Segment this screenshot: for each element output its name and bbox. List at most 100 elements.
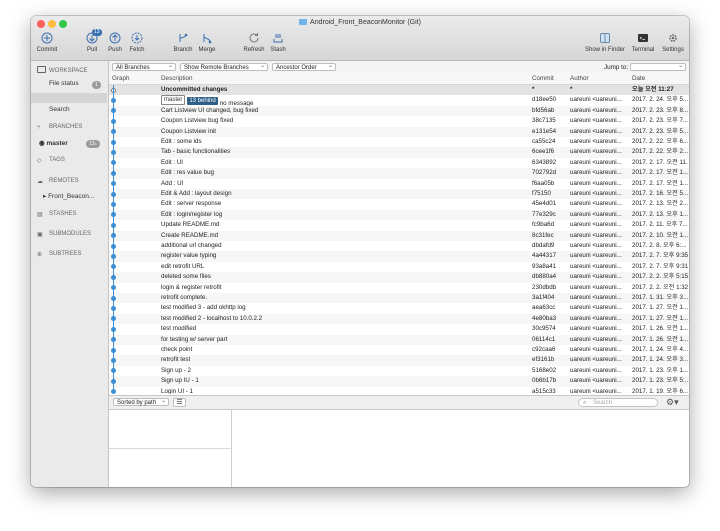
- commit-row[interactable]: test modified 3 - add okhttp log aea63cc u…: [109, 303, 689, 313]
- sidebar-submodules-header[interactable]: ▣ SUBMODULES: [37, 231, 91, 238]
- commit-row[interactable]: Cart Listview UI changed, bug fixed bfd56…: [109, 105, 689, 117]
- pull-button[interactable]: 13 Pull: [83, 29, 102, 53]
- sidebar-item-search[interactable]: Search: [49, 106, 70, 113]
- commit-row[interactable]: Edit : some ids ca55c24 uareuni <uareuni..…: [109, 137, 689, 147]
- branch-button[interactable]: Branch: [172, 32, 194, 53]
- commit-author: uareuni <uareuni...: [570, 190, 622, 197]
- commit-row[interactable]: Tab - basic functionalities 6cee1f6 uareun…: [109, 147, 689, 158]
- file-status-label: File status: [49, 80, 79, 87]
- search-input[interactable]: ⌕ Search: [578, 398, 658, 407]
- commit-row[interactable]: Edit & Add : layout design f75150 uareuni …: [109, 189, 689, 200]
- commit-row[interactable]: test modified 2 - localhost to 10.0.2.2 4…: [109, 313, 689, 325]
- master-label: master: [46, 140, 68, 147]
- commit-row[interactable]: Update README.md fc9ba6d uareuni <uareuni.…: [109, 220, 689, 230]
- commit-row[interactable]: Sign up - 2 5168e02 uareuni <uareuni... 201…: [109, 366, 689, 376]
- list-view-icon[interactable]: ☰: [173, 398, 186, 407]
- sidebar-stashes-header[interactable]: ▤ STASHES: [37, 211, 77, 218]
- commit-description: register value typing: [161, 252, 217, 260]
- refresh-button[interactable]: Refresh: [241, 32, 267, 53]
- commit-button[interactable]: Commit: [36, 32, 58, 53]
- commit-author: uareuni <uareuni...: [570, 283, 622, 291]
- commit-author: uareuni <uareuni...: [570, 273, 622, 281]
- commit-author: uareuni <uareuni...: [570, 179, 622, 187]
- commit-row[interactable]: Coupon Listview bug fixed 38c7135 uareuni …: [109, 116, 689, 126]
- commit-row[interactable]: register value typing 4a44317 uareuni <uar…: [109, 251, 689, 262]
- sidebar-item-master[interactable]: ◉ master: [39, 139, 68, 147]
- commit-author: uareuni <uareuni...: [570, 304, 622, 312]
- sidebar-workspace-header[interactable]: WORKSPACE: [37, 66, 88, 74]
- commit-author: uareuni <uareuni...: [570, 210, 622, 218]
- commit-row[interactable]: additional url changed dbdafd9 uareuni <ua…: [109, 241, 689, 251]
- commit-description: retrofit test: [161, 356, 191, 364]
- graph-column-header[interactable]: Graph: [112, 75, 130, 82]
- settings-label: Settings: [662, 47, 684, 53]
- settings-button[interactable]: Settings: [659, 32, 687, 53]
- gear-icon[interactable]: ⚙▾: [666, 397, 679, 407]
- branches-filter-select[interactable]: All Branches: [112, 62, 176, 71]
- stash-button[interactable]: Stash: [268, 32, 288, 53]
- commit-hash: 77e329c: [532, 210, 556, 218]
- sidebar-remotes-header[interactable]: ☁ REMOTES: [37, 178, 79, 185]
- commit-row[interactable]: deleted some files db880a4 uareuni <uareun…: [109, 272, 689, 283]
- commit-row[interactable]: Edit : UI 6343892 uareuni <uareuni... 2017.…: [109, 158, 689, 168]
- commit-date: 2017. 2. 17. 오전 1...: [632, 169, 688, 177]
- commit-date: 2017. 2. 7. 오후 9:35: [632, 252, 688, 260]
- commit-description: Edit & Add : layout design: [161, 190, 232, 197]
- commit-row[interactable]: retrofit test ef3161b uareuni <uareuni... 2…: [109, 355, 689, 366]
- commit-row[interactable]: Edit : res value bug 702792d uareuni <uare…: [109, 168, 689, 179]
- stash-icon: ▤: [37, 212, 43, 218]
- commit-author: uareuni <uareuni...: [570, 387, 622, 394]
- commit-row[interactable]: master 13 behind no message d18ee50 uareuni …: [109, 95, 689, 107]
- commit-author: uareuni <uareuni...: [570, 356, 622, 364]
- commit-date: 2017. 2. 17. 오전 11...: [632, 158, 688, 166]
- commit-row[interactable]: check point c92caa6 uareuni <uareuni... 201…: [109, 345, 689, 355]
- commit-row[interactable]: Sign up IU - 1 0b6b17b uareuni <uareuni...…: [109, 376, 689, 387]
- master-branch-tag[interactable]: master: [161, 95, 186, 106]
- terminal-icon: [638, 34, 648, 42]
- commit-hash: 4e80ba3: [532, 314, 557, 322]
- commit-author: uareuni <uareuni...: [570, 242, 622, 249]
- commit-row[interactable]: Coupon Listview init e131e54 uareuni <uare…: [109, 126, 689, 137]
- commit-row[interactable]: Edit : server response 45e4d01 uareuni <ua…: [109, 199, 689, 209]
- description-column-header[interactable]: Description: [161, 75, 193, 82]
- commit-row[interactable]: Add : UI f6aa05b uareuni <uareuni... 2017. …: [109, 179, 689, 189]
- sidebar-tags-header[interactable]: ◇ TAGS: [37, 157, 65, 164]
- commit-row[interactable]: for testing w/ server part 06114c1 uareuni…: [109, 334, 689, 345]
- uncommitted-changes-row[interactable]: Uncommitted changes * * 오늘 오전 11:27: [109, 85, 689, 96]
- commit-description: edit retrofit URL: [161, 262, 205, 270]
- commit-row[interactable]: Edit : login/register log 77e329c uareuni …: [109, 209, 689, 221]
- commit-date: 2017. 2. 23. 오후 7...: [632, 117, 688, 125]
- commit-date: 2017. 1. 24. 오후 4...: [632, 346, 688, 353]
- sidebar-item-remote[interactable]: ▸ Front_Beacon...: [43, 192, 94, 200]
- cloud-icon: ☁: [37, 179, 43, 185]
- author-column-header[interactable]: Author: [570, 75, 589, 82]
- show-in-finder-button[interactable]: Show in Finder: [584, 32, 626, 53]
- sidebar-item-file-status[interactable]: File status: [49, 80, 79, 87]
- sidebar-subtrees-header[interactable]: ⊕ SUBTREES: [37, 251, 81, 258]
- commit-hash: a515c33: [532, 387, 556, 394]
- order-select[interactable]: Ancestor Order: [272, 62, 336, 71]
- commit-date: 2017. 1. 31. 오후 3...: [632, 294, 688, 301]
- commit-row[interactable]: Login UI - 1 a515c33 uareuni <uareuni... 20…: [109, 387, 689, 394]
- merge-button[interactable]: Merge: [196, 32, 218, 53]
- sidebar-branches-header[interactable]: ⑂ BRANCHES: [37, 124, 82, 132]
- sidebar-item-history[interactable]: [31, 93, 107, 103]
- fetch-button[interactable]: Fetch: [127, 32, 147, 53]
- commit-row[interactable]: test modified 30c9574 uareuni <uareuni... 2…: [109, 324, 689, 334]
- commit-description: for testing w/ server part: [161, 335, 228, 343]
- remote-branches-select[interactable]: Show Remote Branches: [180, 62, 268, 71]
- commit-description: login & register retrofit: [161, 283, 222, 291]
- jump-to-input[interactable]: [630, 62, 686, 71]
- sort-select[interactable]: Sorted by path: [113, 397, 169, 406]
- commit-date: 2017. 1. 19. 오후 6...: [632, 387, 688, 394]
- commit-hash: 3a1f404: [532, 294, 555, 301]
- commit-row[interactable]: retrofit complete. 3a1f404 uareuni <uareun…: [109, 293, 689, 304]
- commit-row[interactable]: login & register retrofit 230dbdb uareuni …: [109, 283, 689, 293]
- commit-column-header[interactable]: Commit: [532, 75, 554, 82]
- terminal-button[interactable]: Terminal: [629, 32, 657, 53]
- push-button[interactable]: Push: [106, 32, 124, 53]
- commit-row[interactable]: Create README.md 8c31fec uareuni <uareuni.…: [109, 230, 689, 241]
- refresh-label: Refresh: [243, 47, 265, 53]
- commit-row[interactable]: edit retrofit URL 93a8a41 uareuni <uareuni…: [109, 262, 689, 272]
- date-column-header[interactable]: Date: [632, 75, 645, 82]
